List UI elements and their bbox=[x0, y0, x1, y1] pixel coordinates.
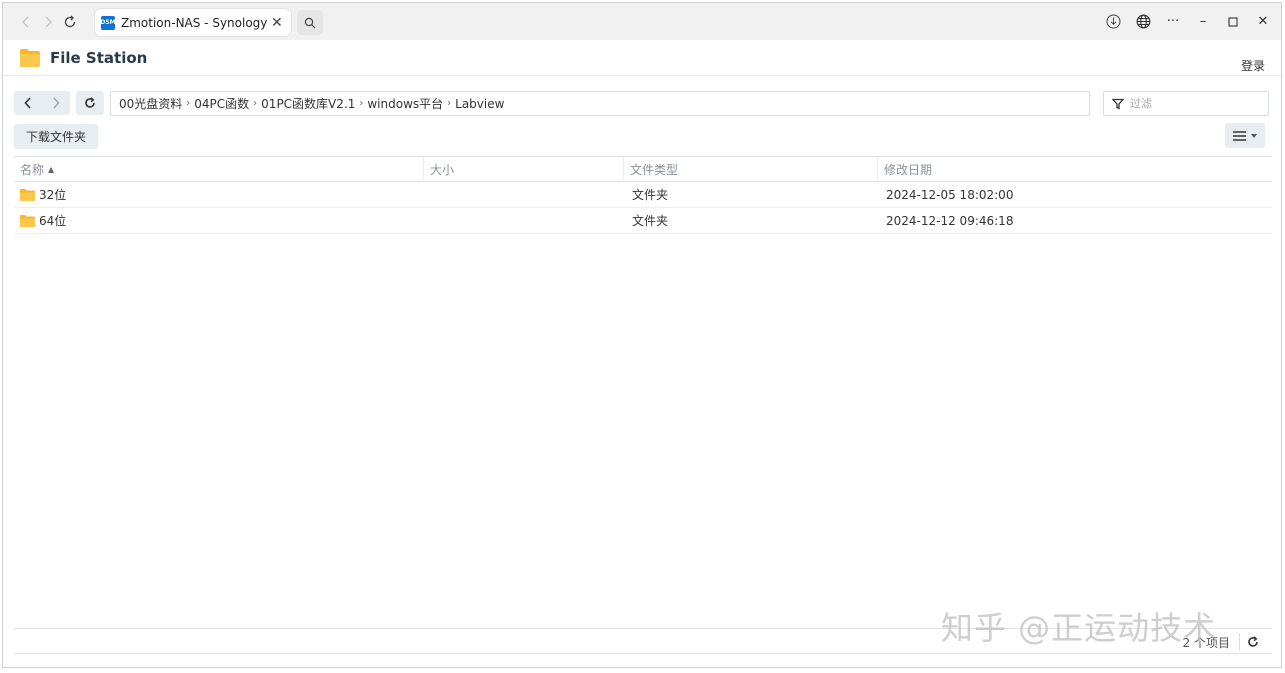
file-toolbar: 00光盘资料 › 04PC函数 › 01PC函数库V2.1 › windows平… bbox=[3, 89, 1281, 117]
breadcrumb[interactable]: 00光盘资料 › 04PC函数 › 01PC函数库V2.1 › windows平… bbox=[110, 91, 1090, 116]
column-header-label: 名称 bbox=[20, 162, 45, 177]
refresh-icon bbox=[1248, 636, 1258, 647]
folder-icon bbox=[20, 188, 35, 201]
table-row[interactable]: 32位 文件夹 2024-12-05 18:02:00 bbox=[14, 182, 1272, 208]
maximize-icon[interactable] bbox=[1223, 12, 1243, 32]
cell-name: 64位 bbox=[14, 208, 424, 233]
file-name: 32位 bbox=[39, 188, 67, 202]
breadcrumb-item[interactable]: 01PC函数库V2.1 bbox=[261, 95, 355, 112]
search-icon bbox=[304, 17, 316, 28]
folder-icon bbox=[20, 214, 35, 227]
filter-input[interactable] bbox=[1130, 97, 1260, 110]
cell-type: 文件夹 bbox=[632, 214, 669, 228]
breadcrumb-item[interactable]: windows平台 bbox=[367, 95, 443, 112]
chevron-right-icon: › bbox=[253, 98, 258, 109]
cell-name: 32位 bbox=[14, 182, 424, 207]
browser-forward-button[interactable] bbox=[37, 11, 59, 33]
chevron-right-icon: › bbox=[186, 98, 191, 109]
tab-search-button[interactable] bbox=[297, 10, 323, 35]
filter-icon bbox=[1112, 98, 1124, 110]
app-title: File Station bbox=[50, 49, 148, 67]
forward-button[interactable] bbox=[42, 91, 70, 115]
download-folder-button[interactable]: 下载文件夹 bbox=[14, 124, 98, 149]
arrow-right-icon bbox=[45, 16, 52, 27]
column-header-name[interactable]: 名称 ▲ bbox=[14, 157, 424, 181]
chevron-right-icon: › bbox=[359, 98, 364, 109]
refresh-icon bbox=[85, 97, 95, 108]
back-button[interactable] bbox=[14, 91, 42, 115]
file-name: 64位 bbox=[39, 214, 67, 228]
login-link[interactable]: 登录 bbox=[1241, 57, 1265, 74]
sort-ascending-icon: ▲ bbox=[48, 164, 55, 174]
watermark: 知乎 @正运动技术 bbox=[941, 609, 1217, 647]
chevron-right-icon bbox=[53, 97, 60, 109]
more-icon[interactable]: ··· bbox=[1163, 12, 1183, 32]
reload-icon bbox=[64, 15, 76, 27]
dsm-favicon-icon: DSM bbox=[100, 15, 116, 30]
minimize-icon[interactable]: – bbox=[1193, 12, 1213, 32]
chevron-left-icon bbox=[24, 97, 31, 109]
column-header-type[interactable]: 文件类型 bbox=[624, 157, 878, 181]
filter-field[interactable] bbox=[1103, 91, 1269, 116]
column-header-label: 文件类型 bbox=[630, 162, 679, 177]
browser-tab[interactable]: DSM Zmotion-NAS - Synology N ✕ bbox=[95, 9, 291, 36]
cell-size bbox=[424, 208, 624, 233]
cell-date: 2024-12-05 18:02:00 bbox=[886, 187, 1014, 202]
cell-type: 文件夹 bbox=[632, 188, 669, 202]
download-icon[interactable] bbox=[1103, 12, 1123, 32]
close-tab-icon[interactable]: ✕ bbox=[271, 15, 283, 31]
history-nav bbox=[14, 91, 70, 115]
breadcrumb-item[interactable]: 04PC函数 bbox=[194, 95, 249, 112]
browser-window: DSM Zmotion-NAS - Synology N ✕ ··· – ✕ F… bbox=[2, 2, 1282, 668]
breadcrumb-item[interactable]: Labview bbox=[455, 97, 504, 111]
divider bbox=[1239, 633, 1240, 651]
browser-right-controls: ··· – ✕ bbox=[1103, 3, 1273, 40]
table-header: 名称 ▲ 大小 文件类型 修改日期 bbox=[14, 156, 1272, 182]
column-header-label: 大小 bbox=[430, 162, 455, 177]
globe-icon[interactable] bbox=[1133, 12, 1153, 32]
chevron-right-icon: › bbox=[447, 98, 452, 109]
caret-down-icon bbox=[1251, 133, 1257, 138]
refresh-button[interactable] bbox=[76, 91, 104, 115]
breadcrumb-item[interactable]: 00光盘资料 bbox=[119, 95, 182, 112]
view-mode-button[interactable] bbox=[1225, 123, 1265, 148]
cell-size bbox=[424, 182, 624, 207]
file-table: 名称 ▲ 大小 文件类型 修改日期 32位 文件夹 2024-12-05 18:0… bbox=[14, 156, 1272, 234]
list-view-icon bbox=[1233, 130, 1246, 141]
file-station-folder-icon bbox=[20, 49, 40, 67]
cell-date: 2024-12-12 09:46:18 bbox=[886, 213, 1014, 228]
column-header-size[interactable]: 大小 bbox=[424, 157, 624, 181]
browser-back-button[interactable] bbox=[15, 11, 37, 33]
app-header: File Station 登录 bbox=[3, 40, 1281, 76]
column-header-label: 修改日期 bbox=[884, 162, 933, 177]
browser-toolbar: DSM Zmotion-NAS - Synology N ✕ ··· – ✕ bbox=[3, 3, 1281, 40]
close-window-icon[interactable]: ✕ bbox=[1253, 12, 1273, 32]
arrow-left-icon bbox=[22, 16, 29, 27]
column-header-date[interactable]: 修改日期 bbox=[878, 157, 1272, 181]
tab-title: Zmotion-NAS - Synology N bbox=[121, 15, 267, 30]
table-row[interactable]: 64位 文件夹 2024-12-12 09:46:18 bbox=[14, 208, 1272, 234]
status-refresh-button[interactable] bbox=[1244, 633, 1262, 651]
browser-reload-button[interactable] bbox=[59, 11, 81, 33]
